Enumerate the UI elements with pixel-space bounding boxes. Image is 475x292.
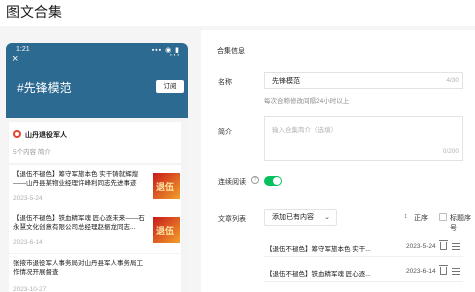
name-label: 名称 [218,79,232,86]
article-title: 张掖市退役军人事务局对山丹县军人事务局工作情况开展督查 [13,260,143,276]
subscribe-button[interactable]: 订阅 [156,80,184,93]
title-number-label: 标题序号 [450,215,471,232]
more-icon[interactable]: ··· [169,49,180,61]
article-date: 2023-5-24 [13,195,43,202]
help-icon[interactable]: ? [251,176,259,184]
list-item-title: 【退伍不褪色】铁血精军魂 匠心逐... [266,271,371,278]
name-input[interactable] [264,72,463,89]
name-hint: 每次合称修改间隔24小时以上 [264,98,350,105]
article-title: 【退伍不褪色】筹守军旅本色 实干铸就辉煌——山丹县某物业经理许峰利同志先进事迹 [13,171,139,187]
continuous-read-label: 连续阅读 [218,179,246,186]
drag-handle-icon[interactable] [452,243,460,250]
chevron-down-icon: ⌄ [324,214,330,221]
article-thumbnail: 退伍 [153,173,180,199]
trash-icon[interactable] [439,265,448,275]
intro-label: 简介 [218,129,232,136]
article-date: 2023-10-27 [13,286,47,292]
list-item-title: 【退伍不褪色】筹守军旅本色 实干... [266,246,371,253]
page-title: 图文合集 [6,4,62,20]
list-item-date: 2023-5-24 [406,243,436,250]
close-icon[interactable]: × [12,53,18,65]
article-list-label: 文章列表 [218,216,246,223]
status-time: 1:21 [16,46,30,53]
mobile-preview: 1:21 ▪▪▪ ◉ ▮ × ··· #先锋模范 订阅 山丹退役军人 5个内容 … [6,43,188,292]
article-date: 2023-6-14 [13,239,43,246]
thumbnail-text: 退伍 [156,182,175,192]
author-meta: 5个内容 简介 [13,149,51,156]
article-thumbnail: 退伍 [153,217,180,243]
article-item[interactable]: 【退伍不褪色】筹守军旅本色 实干铸就辉煌——山丹县某物业经理许峰利同志先进事迹 … [9,165,181,209]
thumbnail-text: 退伍 [156,226,175,236]
add-content-select[interactable]: 添加已有内容 ⌄ [264,209,337,226]
sort-icon[interactable]: ↕ [404,213,408,220]
article-item[interactable]: 张掖市退役军人事务局对山丹县军人事务局工作情况开展督查 2023-10-27 [9,254,181,292]
drag-handle-icon[interactable] [452,268,460,275]
title-number-checkbox[interactable] [439,213,447,221]
collection-form: 合集信息 名称 4/30 每次合称修改间隔24小时以上 简介 0/200 连续阅… [201,30,475,292]
collection-hero-title: #先锋模范 [17,81,72,95]
article-title: 【退伍不褪色】铁血精军魂 匠心逐未来——石永慧文化创意有限公司总经理赵振龙同志.… [13,215,145,231]
article-item[interactable]: 【退伍不褪色】铁血精军魂 匠心逐未来——石永慧文化创意有限公司总经理赵振龙同志.… [9,209,181,253]
name-char-count: 4/30 [446,77,459,84]
sort-order-label[interactable]: 正序 [414,213,428,223]
author-card[interactable]: 山丹退役军人 5个内容 简介 [9,122,181,163]
continuous-read-toggle[interactable] [264,176,282,186]
list-item: 【退伍不褪色】铁血精军魂 匠心逐... 2023-6-14 [264,261,463,282]
section-title: 合集信息 [217,48,245,55]
intro-char-count: 0/200 [442,148,459,155]
trash-icon[interactable] [439,240,448,250]
list-item-date: 2023-6-14 [406,268,436,275]
list-item: 【退伍不褪色】筹守军旅本色 实干... 2023-5-24 [264,236,463,257]
intro-textarea[interactable] [264,116,463,161]
page: 图文合集 1:21 ▪▪▪ ◉ ▮ × ··· #先锋模范 订阅 山丹退役军人 … [0,0,475,292]
add-content-select-value: 添加已有内容 [272,214,314,221]
author-avatar-icon [13,130,21,138]
preview-header: 1:21 ▪▪▪ ◉ ▮ × ··· #先锋模范 订阅 [6,43,188,118]
preview-body: 山丹退役军人 5个内容 简介 【退伍不褪色】筹守军旅本色 实干铸就辉煌——山丹县… [6,118,188,292]
author-name: 山丹退役军人 [25,132,67,139]
